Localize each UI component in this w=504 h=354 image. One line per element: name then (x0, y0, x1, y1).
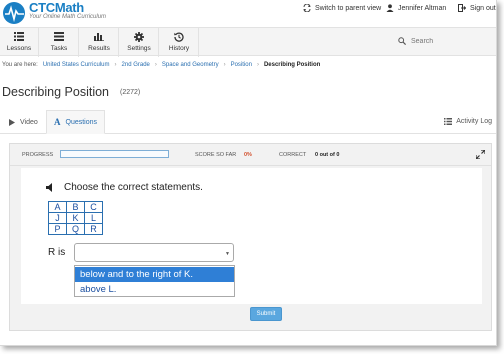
search-box[interactable] (398, 37, 491, 45)
grid-cell: L (84, 212, 103, 224)
user-name: Jennifer Altman (398, 4, 447, 12)
tab-bar: Video A Questions Activity Log (0, 110, 496, 134)
nav-results[interactable]: Results (80, 28, 119, 57)
switch-parent-link[interactable]: Switch to parent view (303, 4, 381, 12)
progress-label: PROGRESS (22, 152, 54, 158)
nav-lessons-label: Lessons (6, 45, 32, 52)
nav-tasks[interactable]: Tasks (40, 28, 79, 57)
history-icon (174, 32, 184, 42)
correct-label: CORRECT (279, 152, 307, 158)
questions-icon: A (54, 117, 61, 127)
breadcrumb-item[interactable]: United States Curriculum (43, 62, 110, 68)
breadcrumb-separator: › (114, 62, 117, 68)
status-bar: PROGRESS SCORE SO FAR 0% CORRECT 0 out o… (10, 144, 491, 166)
main-nav: Lessons Tasks Results Settings History S… (0, 27, 496, 57)
switch-icon (303, 4, 311, 12)
sign-out-label: Sign out (470, 4, 496, 12)
breadcrumb-item[interactable]: Position (231, 62, 252, 68)
answer-label: R is (48, 247, 66, 258)
nav-settings-label: Settings (127, 45, 151, 52)
activity-log-label: Activity Log (456, 118, 492, 125)
user-icon (386, 4, 394, 12)
nav-history[interactable]: History (160, 28, 199, 57)
activity-log-link[interactable]: Activity Log (444, 118, 492, 125)
nav-tasks-label: Tasks (50, 45, 68, 52)
sign-out-link[interactable]: Sign out (458, 4, 496, 12)
dropdown-option[interactable]: above L. (75, 282, 234, 297)
submit-button[interactable]: Submit (250, 307, 282, 321)
activity-list-icon (444, 118, 453, 125)
brand-name[interactable]: CTCMath (29, 0, 84, 15)
grid-cell: C (84, 201, 103, 213)
dropdown-option[interactable]: below and to the right of K. (75, 267, 234, 282)
correct-value: 0 out of 0 (315, 152, 340, 158)
lesson-id: (2272) (120, 89, 141, 96)
breadcrumb-separator: › (256, 62, 259, 68)
app-window: CTCMath Your Online Math Curriculum Swit… (0, 0, 497, 346)
nav-lessons[interactable]: Lessons (0, 28, 39, 57)
dropdown-options: below and to the right of K. above L. (74, 265, 235, 297)
tab-questions[interactable]: A Questions (46, 110, 106, 134)
grid-cell: K (66, 212, 85, 224)
tab-questions-label: Questions (65, 118, 98, 126)
nav-history-label: History (168, 45, 190, 52)
breadcrumb: You are here: United States Curriculum ›… (2, 62, 320, 68)
nav-settings[interactable]: Settings (120, 28, 159, 57)
grid-cell: R (84, 223, 103, 235)
question-panel: PROGRESS SCORE SO FAR 0% CORRECT 0 out o… (9, 143, 492, 331)
breadcrumb-item[interactable]: 2nd Grade (122, 62, 150, 68)
dropdown-caret-icon: ▼ (225, 251, 230, 257)
switch-parent-label: Switch to parent view (315, 4, 382, 12)
breadcrumb-separator: › (223, 62, 226, 68)
grid-cell: J (48, 212, 67, 224)
grid-cell: P (48, 223, 67, 235)
top-bar: CTCMath Your Online Math Curriculum Swit… (0, 0, 496, 27)
nav-results-label: Results (88, 45, 110, 52)
answer-dropdown[interactable]: ▼ (74, 243, 234, 262)
sign-out-icon (458, 4, 466, 12)
bar-chart-icon (94, 33, 104, 41)
tab-video-label: Video (20, 118, 38, 126)
gear-icon (134, 32, 144, 42)
letter-grid: A B C J K L P Q R (48, 201, 103, 235)
tasks-icon (54, 32, 64, 41)
grid-row: A B C (48, 201, 103, 213)
tab-video[interactable]: Video (2, 110, 45, 134)
grid-row: J K L (48, 212, 103, 224)
progress-bar (60, 150, 169, 158)
breadcrumb-current: Describing Position (263, 62, 321, 68)
list-icon (14, 32, 24, 41)
grid-cell: B (66, 201, 85, 213)
brand-tagline: Your Online Math Curriculum (29, 14, 107, 20)
search-input[interactable] (411, 37, 491, 45)
grid-row: P Q R (48, 223, 103, 235)
search-icon (398, 37, 406, 45)
page-title: Describing Position (2, 85, 109, 99)
play-icon (9, 118, 15, 126)
question-card: Choose the correct statements. A B C J K… (21, 168, 482, 304)
score-value: 0% (244, 152, 252, 158)
grid-cell: Q (66, 223, 85, 235)
breadcrumb-separator: › (154, 62, 157, 68)
score-label: SCORE SO FAR (195, 152, 237, 158)
user-menu[interactable]: Jennifer Altman (386, 4, 446, 12)
ctcmath-logo[interactable] (2, 1, 28, 25)
question-prompt: Choose the correct statements. (64, 182, 203, 193)
speaker-icon[interactable] (46, 183, 55, 192)
expand-icon[interactable] (476, 150, 485, 159)
grid-cell: A (48, 201, 67, 213)
breadcrumb-item[interactable]: Space and Geometry (162, 62, 219, 68)
breadcrumb-prefix: You are here: (2, 62, 38, 68)
